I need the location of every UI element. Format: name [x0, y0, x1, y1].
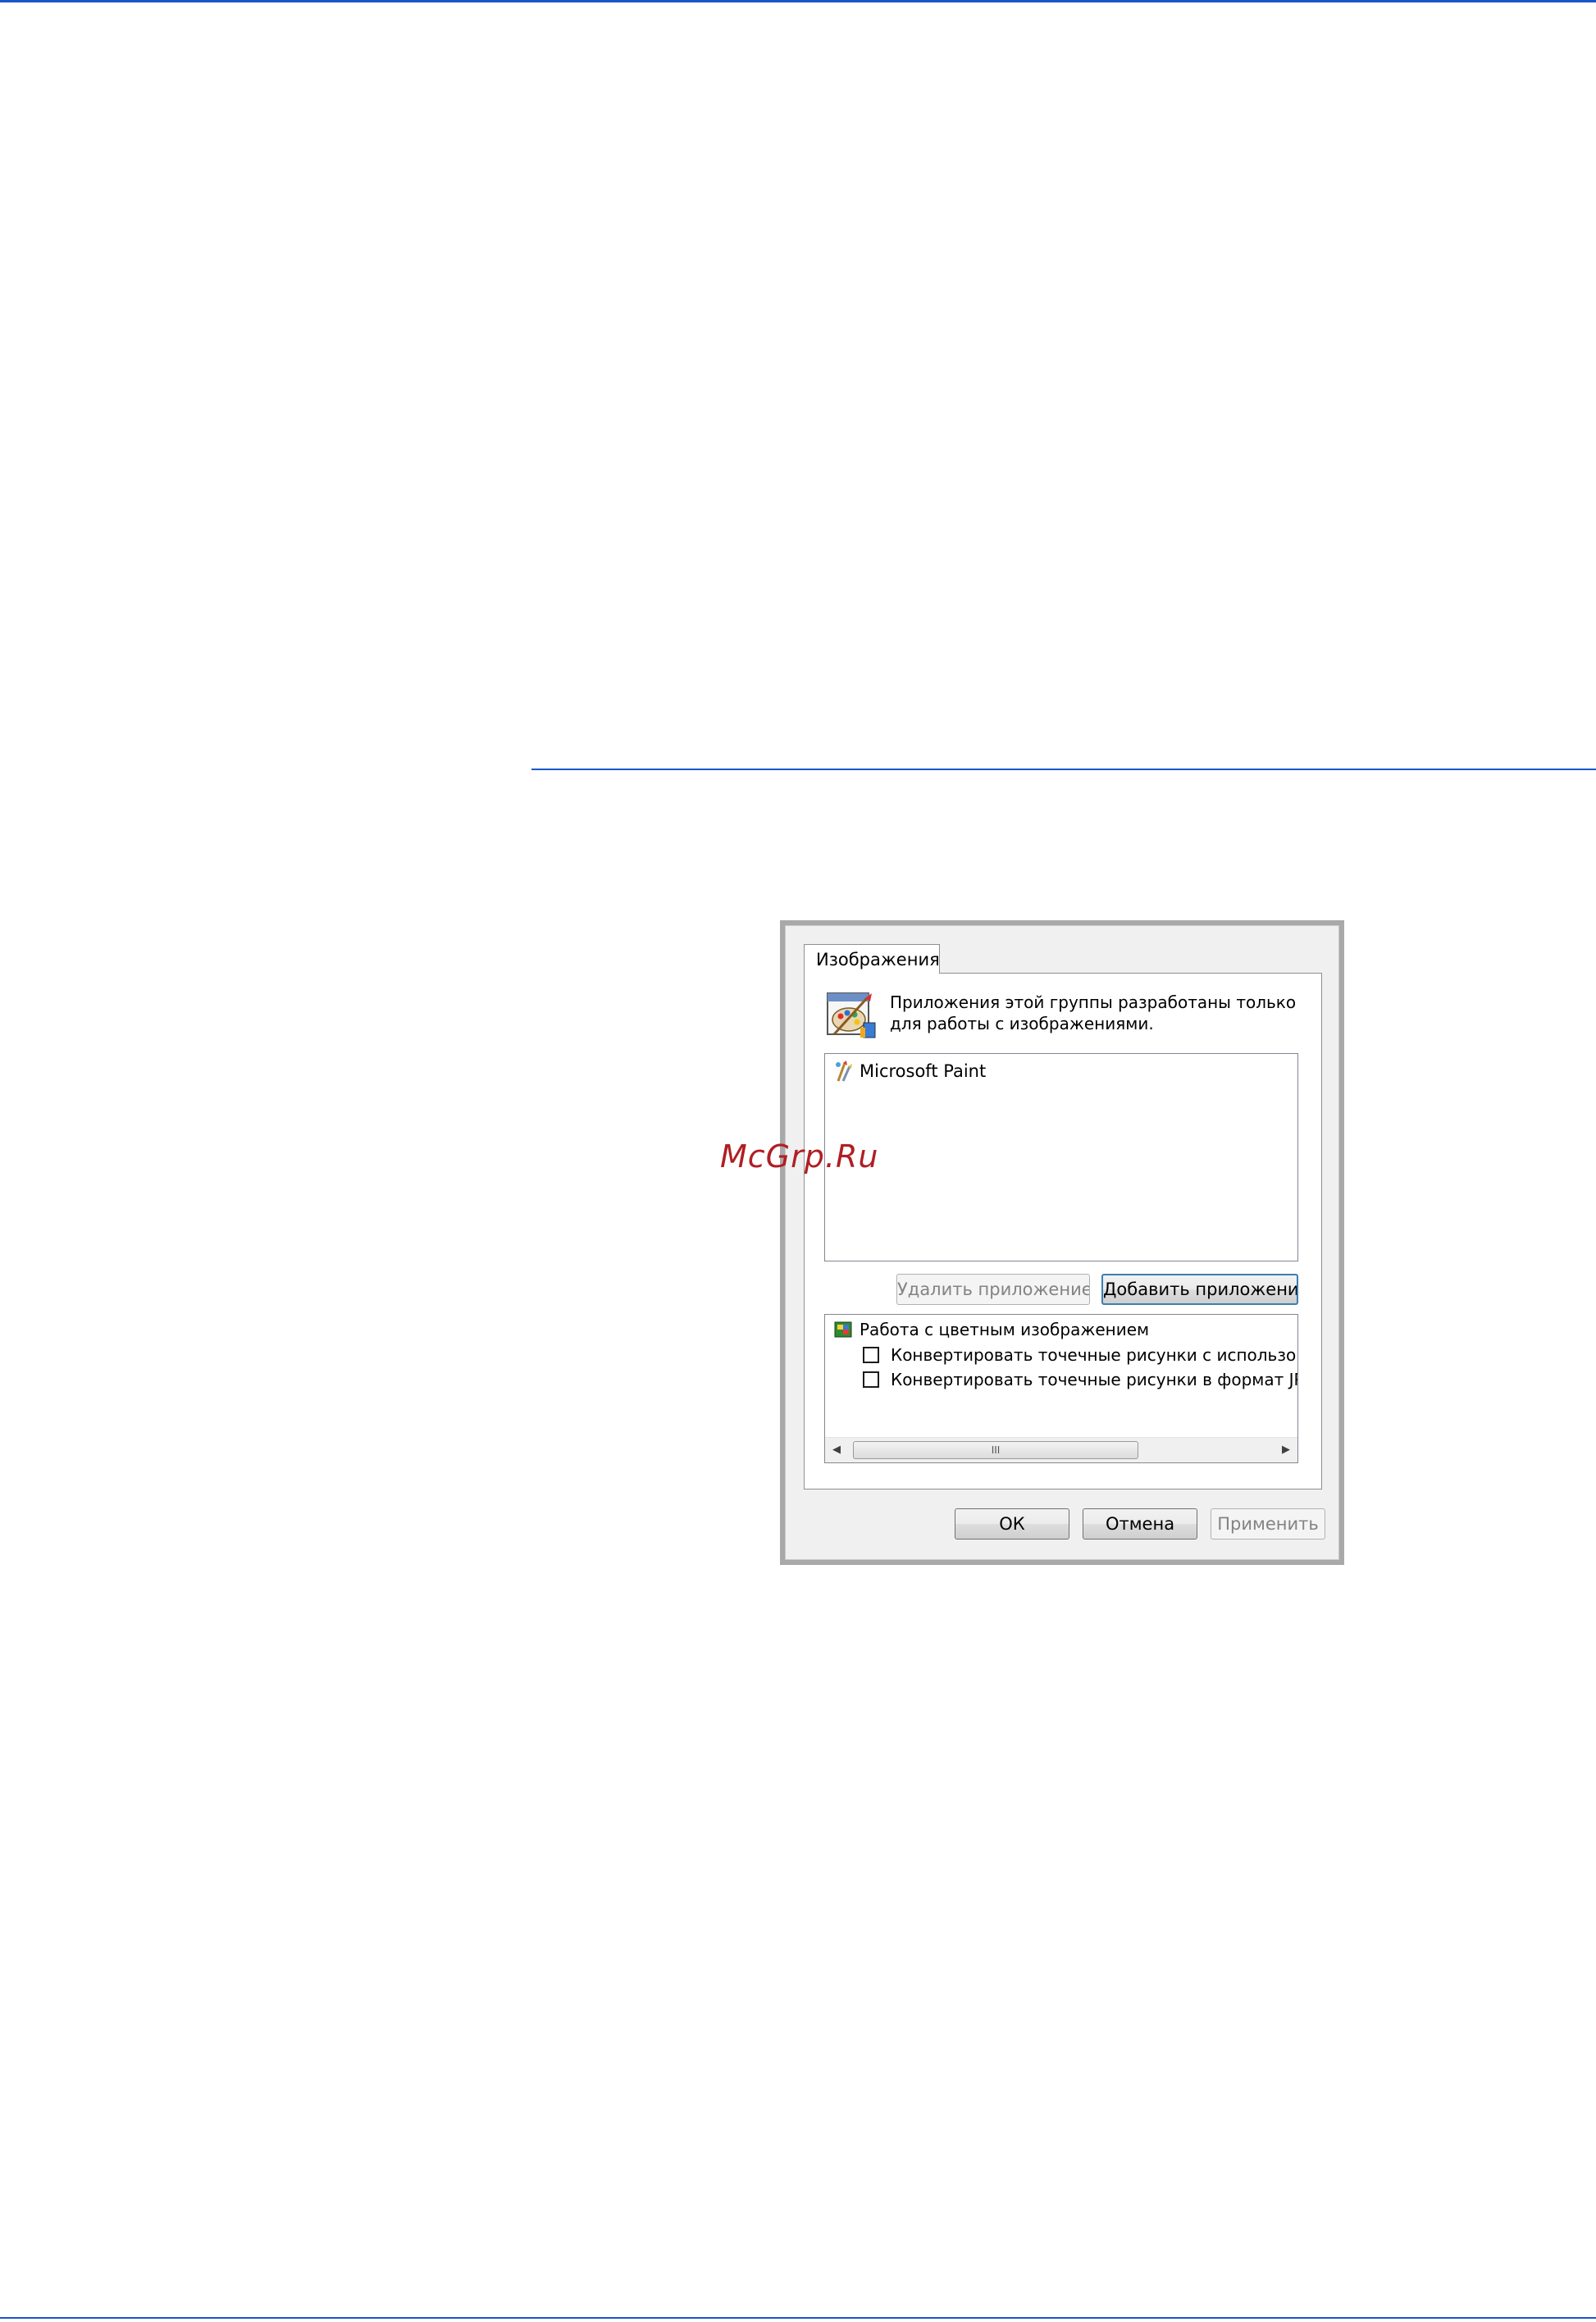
add-app-button[interactable]: Добавить приложение [1101, 1274, 1298, 1305]
application-list[interactable]: Microsoft Paint [824, 1053, 1298, 1261]
color-image-icon [833, 1320, 853, 1339]
image-apps-dialog: Изображения Приложения этой группы разра… [780, 920, 1344, 1565]
horizontal-scrollbar[interactable]: ◀ III ▶ [825, 1437, 1297, 1462]
option-label: Конвертировать точечные рисунки в формат… [891, 1370, 1298, 1389]
group-description: Приложения этой группы разработаны тольк… [890, 992, 1297, 1033]
top-divider-line [0, 0, 1596, 2]
watermark-text: McGrp.Ru [720, 1138, 879, 1175]
tab-panel: Приложения этой группы разработаны тольк… [804, 973, 1322, 1489]
option-row[interactable]: Конвертировать точечные рисунки с исполь… [863, 1345, 1298, 1365]
section-divider-line [531, 769, 1596, 770]
option-label: Конвертировать точечные рисунки с исполь… [891, 1345, 1298, 1365]
color-image-group[interactable]: Работа с цветным изображением [833, 1320, 1149, 1339]
app-name: Microsoft Paint [860, 1061, 987, 1081]
apply-button[interactable]: Применить [1211, 1508, 1325, 1540]
bottom-divider-line [0, 2317, 1596, 2319]
dialog-frame: Изображения Приложения этой группы разра… [785, 925, 1339, 1560]
checkbox-convert-bitmaps-using[interactable] [863, 1347, 879, 1363]
group-label: Работа с цветным изображением [860, 1320, 1150, 1339]
options-tree[interactable]: Работа с цветным изображением Конвертиро… [824, 1314, 1298, 1463]
option-row[interactable]: Конвертировать точечные рисунки в формат… [863, 1370, 1298, 1389]
scrollbar-thumb[interactable]: III [853, 1441, 1138, 1459]
paint-palette-icon [824, 990, 878, 1041]
tab-images[interactable]: Изображения [804, 944, 940, 974]
list-item-microsoft-paint[interactable]: Microsoft Paint [833, 1059, 986, 1083]
checkbox-convert-bitmaps-jpeg[interactable] [863, 1371, 879, 1388]
scroll-right-icon[interactable]: ▶ [1275, 1438, 1297, 1462]
ok-button[interactable]: ОК [955, 1508, 1069, 1540]
paint-brush-icon [833, 1060, 855, 1083]
cancel-button[interactable]: Отмена [1083, 1508, 1197, 1540]
remove-app-button[interactable]: Удалить приложение [896, 1274, 1090, 1305]
scroll-left-icon[interactable]: ◀ [825, 1438, 848, 1462]
